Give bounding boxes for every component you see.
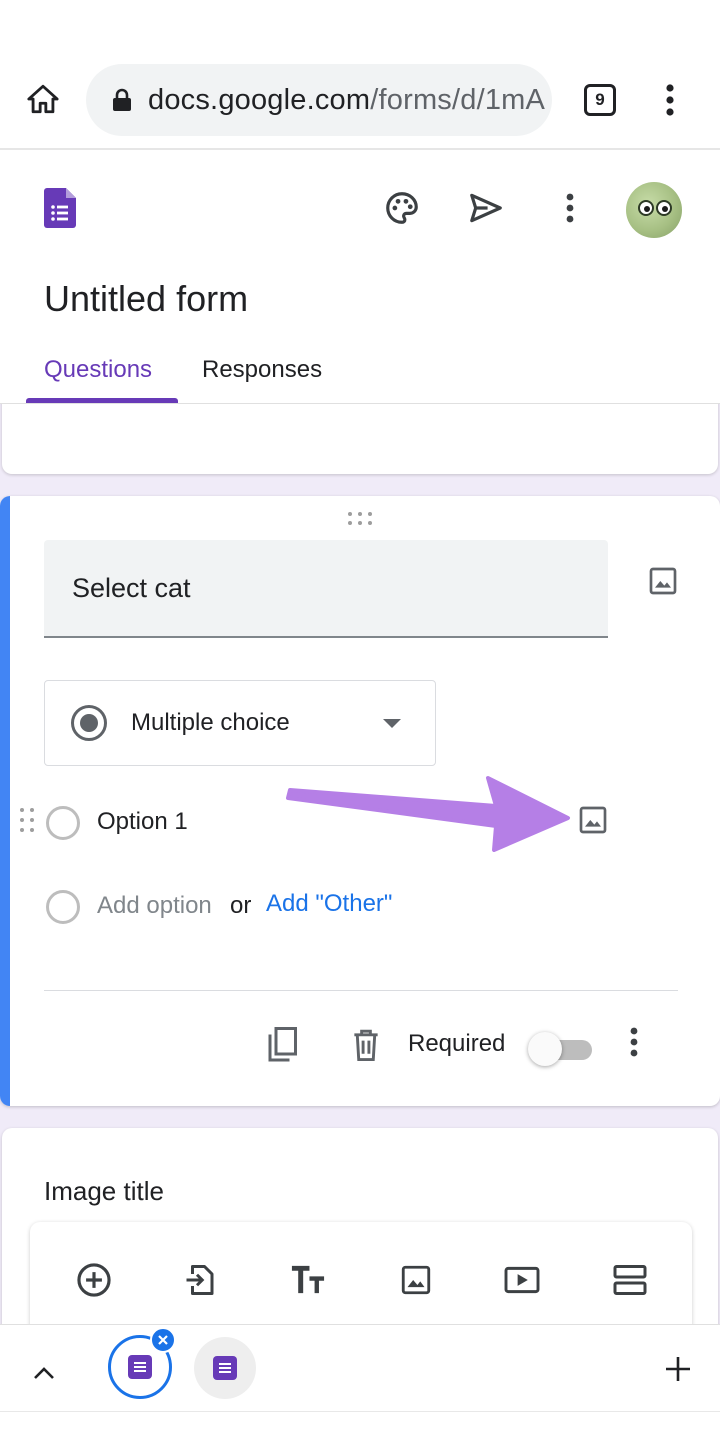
tab-responses[interactable]: Responses: [202, 356, 322, 384]
home-icon[interactable]: [22, 78, 64, 120]
tab-strip: [0, 1324, 720, 1438]
add-image-icon[interactable]: [644, 562, 682, 600]
question-type-label: Multiple choice: [131, 709, 290, 736]
option-label[interactable]: Option 1: [97, 808, 188, 836]
url-host: docs.google.com: [148, 83, 371, 116]
chevron-up-icon[interactable]: [26, 1355, 62, 1391]
url-path: /forms/d/1mA: [370, 83, 546, 116]
form-content: Select cat Multiple choice Option 1 Add …: [0, 404, 720, 1324]
previous-card[interactable]: [2, 404, 718, 474]
add-question-icon[interactable]: [72, 1258, 116, 1302]
question-more-icon[interactable]: [620, 1022, 648, 1062]
floating-toolbar: [30, 1222, 692, 1324]
toggle-thumb: [528, 1032, 562, 1066]
forms-favicon-icon: [213, 1356, 237, 1380]
add-title-icon[interactable]: [286, 1258, 330, 1302]
tab-count-value: 9: [595, 90, 605, 109]
palette-icon[interactable]: [380, 186, 424, 230]
add-video-icon[interactable]: [500, 1258, 544, 1302]
option-radio: [46, 806, 80, 840]
add-other-link[interactable]: Add "Other": [266, 890, 392, 918]
more-vert-icon[interactable]: [548, 186, 592, 230]
duplicate-icon[interactable]: [262, 1024, 302, 1066]
tab-questions[interactable]: Questions: [44, 356, 152, 384]
required-label: Required: [408, 1030, 506, 1057]
lock-icon: [108, 86, 136, 114]
or-text: or: [230, 892, 252, 919]
avatar[interactable]: [626, 182, 682, 238]
divider: [0, 1411, 720, 1412]
dropdown-arrow-icon: [383, 719, 401, 728]
option-drag-handle-icon[interactable]: [20, 808, 34, 836]
tab-thumbnail[interactable]: [194, 1337, 256, 1399]
delete-icon[interactable]: [346, 1024, 386, 1066]
address-bar[interactable]: docs.google.com/forms/d/1mA: [86, 64, 552, 136]
active-card-accent: [0, 496, 10, 1106]
active-tab-indicator: [26, 398, 178, 403]
forms-favicon-icon: [128, 1355, 152, 1379]
add-option-radio: [46, 890, 80, 924]
question-card[interactable]: Select cat Multiple choice Option 1 Add …: [0, 496, 720, 1106]
radio-button-icon: [71, 705, 107, 741]
annotation-arrow: [286, 776, 570, 852]
plus-icon[interactable]: [660, 1351, 696, 1387]
url-text: docs.google.com/forms/d/1mA: [148, 84, 545, 117]
image-title[interactable]: Image title: [44, 1176, 164, 1207]
browser-toolbar: docs.google.com/forms/d/1mA 9: [0, 0, 720, 150]
drag-handle-icon[interactable]: [348, 512, 376, 526]
divider: [44, 990, 678, 991]
question-type-dropdown[interactable]: Multiple choice: [44, 680, 436, 766]
tab-switcher-icon[interactable]: 9: [584, 84, 616, 116]
add-section-icon[interactable]: [608, 1258, 652, 1302]
avatar-eye: [638, 200, 654, 216]
browser-more-vert-icon[interactable]: [652, 78, 688, 122]
required-toggle[interactable]: [528, 1032, 594, 1066]
image-card[interactable]: Image title: [2, 1128, 718, 1324]
add-option-input[interactable]: Add option: [97, 892, 212, 920]
tab-bar: Questions Responses: [0, 340, 720, 404]
avatar-eye: [656, 200, 672, 216]
form-title[interactable]: Untitled form: [44, 278, 248, 320]
close-tab-icon[interactable]: [150, 1327, 176, 1353]
forms-logo-icon[interactable]: [44, 188, 76, 228]
add-image-icon[interactable]: [394, 1258, 438, 1302]
question-title-field[interactable]: Select cat: [44, 540, 608, 638]
option-add-image-icon[interactable]: [575, 802, 611, 838]
send-icon[interactable]: [464, 186, 508, 230]
import-questions-icon[interactable]: [178, 1258, 222, 1302]
